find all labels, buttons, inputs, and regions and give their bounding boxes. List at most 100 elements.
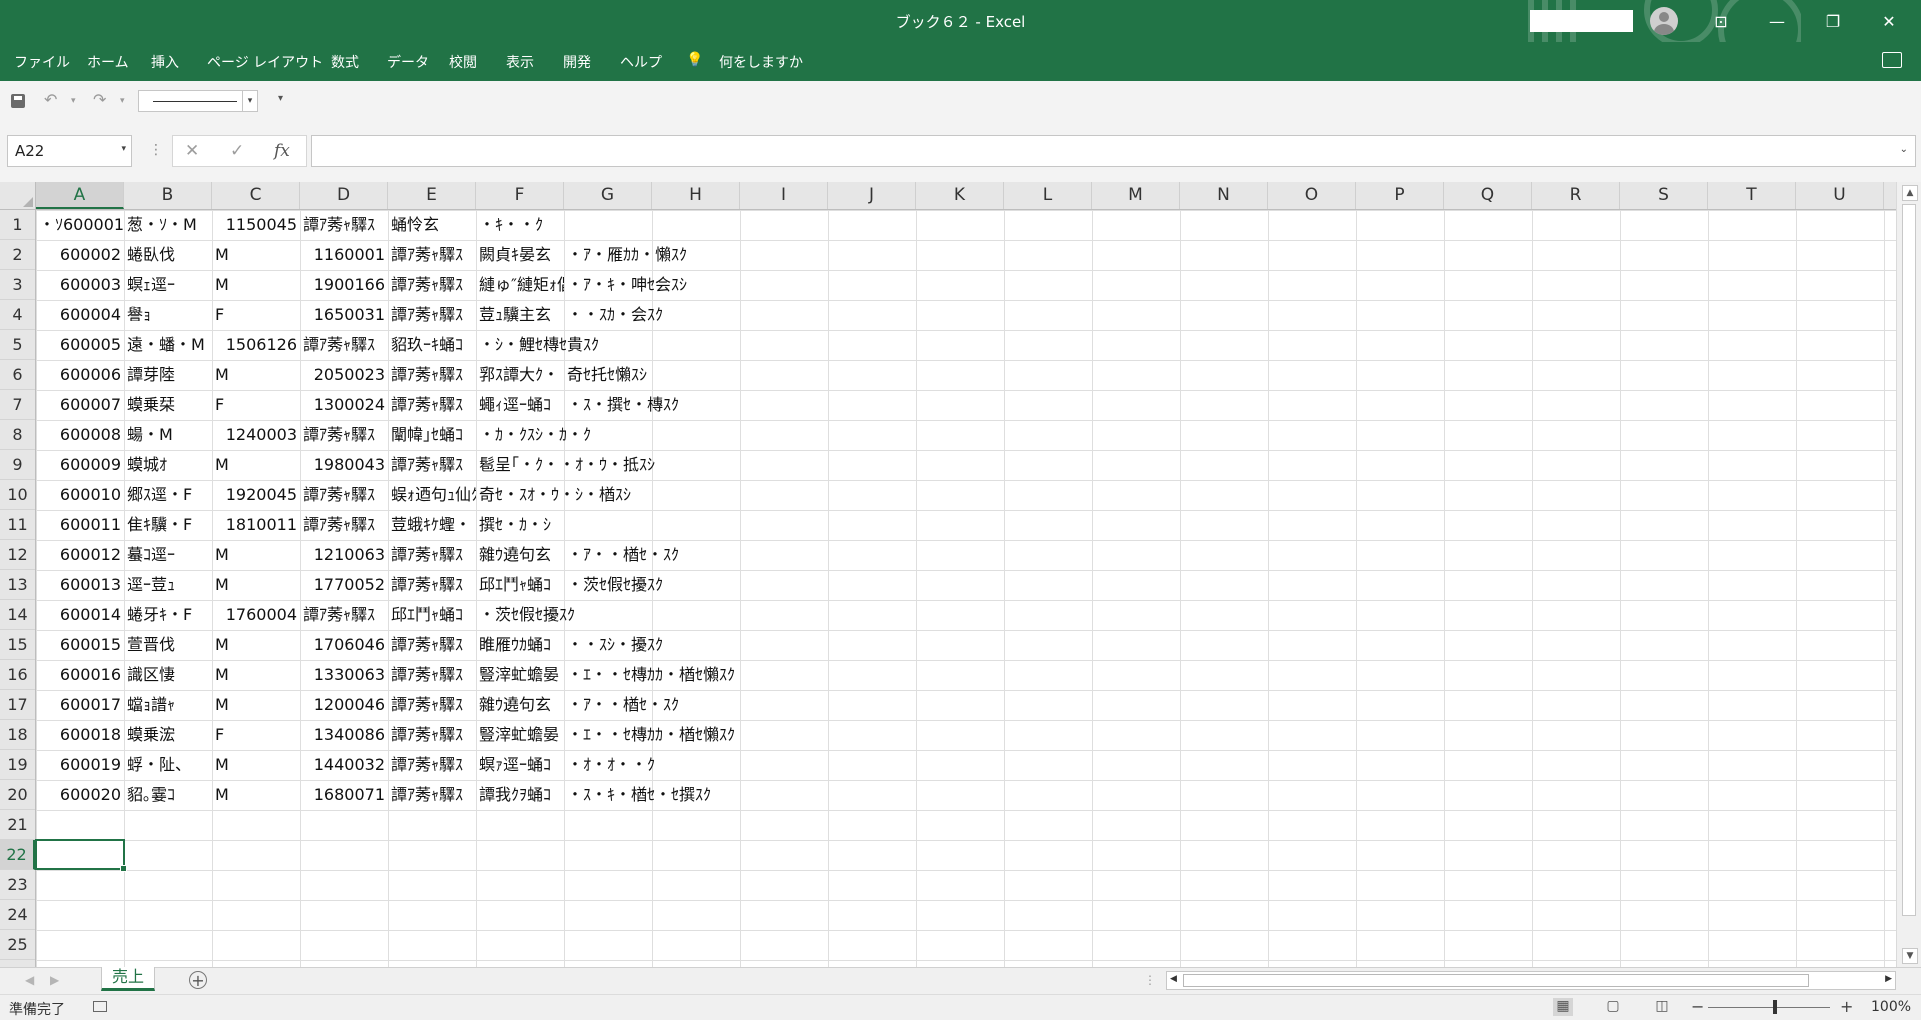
cell[interactable]: 1200046 (300, 690, 388, 720)
cell[interactable]: 葱・ｿ・M (124, 210, 212, 240)
ribbon-display-icon[interactable]: ⊡ (1698, 0, 1744, 42)
column-header-c[interactable]: C (212, 182, 300, 209)
cell[interactable]: M (212, 780, 300, 810)
row-header-19[interactable]: 19 (0, 750, 35, 780)
column-header-h[interactable]: H (652, 182, 740, 209)
cell[interactable]: 蟆城ｵ (124, 450, 212, 480)
cell[interactable]: M (212, 660, 300, 690)
cell[interactable]: ・・ｽｶ・会ｽｸ (564, 300, 663, 330)
row-header-6[interactable]: 6 (0, 360, 35, 390)
undo-dropdown-icon[interactable]: ▾ (71, 96, 76, 106)
cell[interactable]: 識区悽 (124, 660, 212, 690)
cell[interactable]: M (212, 360, 300, 390)
cell[interactable]: 蟆乗浤 (124, 720, 212, 750)
cell[interactable]: 1706046 (300, 630, 388, 660)
cell[interactable]: 600013 (36, 570, 124, 600)
cell[interactable]: 蜷牙ｷ・F (124, 600, 212, 630)
cell[interactable]: 蟇ｺ逕ｰ (124, 540, 212, 570)
row-header-22[interactable]: 22 (0, 840, 35, 870)
cell[interactable]: ・ｱ・・楢ｾ・ｽｸ (564, 690, 679, 720)
cell[interactable]: 600016 (36, 660, 124, 690)
cell[interactable]: 1150045 (212, 210, 300, 240)
scroll-thumb[interactable] (1902, 204, 1916, 916)
cell[interactable]: 1770052 (300, 570, 388, 600)
row-header-9[interactable]: 9 (0, 450, 35, 480)
tab-review[interactable]: 校閲 (449, 52, 477, 72)
row-header-14[interactable]: 14 (0, 600, 35, 630)
cell[interactable]: 譚ｱ莠ｬ驛ｽ (300, 510, 388, 540)
cell[interactable]: 奇ｾ托ｾ懶ｽｼ (564, 360, 652, 390)
add-sheet-icon[interactable]: + (189, 971, 207, 989)
row-header-8[interactable]: 8 (0, 420, 35, 450)
row-header-17[interactable]: 17 (0, 690, 35, 720)
cell[interactable]: 蟆乗栞 (124, 390, 212, 420)
cell[interactable]: M (212, 570, 300, 600)
restore-icon[interactable]: ❐ (1810, 0, 1856, 42)
macro-record-icon[interactable] (93, 1001, 107, 1012)
cell[interactable]: 600014 (36, 600, 124, 630)
scroll-down-icon[interactable]: ▼ (1902, 948, 1918, 964)
row-header-15[interactable]: 15 (0, 630, 35, 660)
cell-area[interactable]: ・ｿ600001 葱・ｿ・M 1150045 譚ｱ莠ｬ驛ｽ 蛹怜玄 ・ｷ・・ｸ 600002… (35, 210, 1896, 967)
cell[interactable]: M (212, 270, 300, 300)
save-icon[interactable] (11, 94, 25, 108)
cell[interactable]: ・ｵ・ｵ・・ｸ (564, 750, 655, 780)
cell[interactable]: 1650031 (300, 300, 388, 330)
cell[interactable]: M (212, 690, 300, 720)
tab-data[interactable]: データ (387, 52, 429, 72)
cell[interactable]: 郛ｽ譚大ｸ・・ (476, 360, 564, 390)
row-header-1[interactable]: 1 (0, 210, 35, 240)
cell[interactable]: 1920045 (212, 480, 300, 510)
zoom-level[interactable]: 100% (1871, 999, 1911, 1015)
cell[interactable]: 譚ｱ莠ｬ驛ｽ (388, 390, 476, 420)
enter-icon[interactable]: ✓ (230, 141, 244, 161)
cell[interactable]: 1330063 (300, 660, 388, 690)
row-header-20[interactable]: 20 (0, 780, 35, 810)
cell[interactable]: 譚我ｸｦ蛹ｺ (476, 780, 564, 810)
cell[interactable]: 睢雁ｳｶ蛹ｺ (476, 630, 564, 660)
cell[interactable]: 600015 (36, 630, 124, 660)
redo-icon[interactable]: ↷ (93, 90, 106, 109)
minimize-icon[interactable]: — (1754, 0, 1800, 42)
row-header-18[interactable]: 18 (0, 720, 35, 750)
avatar[interactable] (1650, 7, 1678, 35)
cell[interactable]: 螟ｪ逕ｰ (124, 270, 212, 300)
cell[interactable]: 1810011 (212, 510, 300, 540)
drag-handle-icon[interactable]: ⋮ (149, 142, 163, 158)
cell[interactable]: M (212, 630, 300, 660)
cancel-icon[interactable]: ✕ (185, 141, 199, 161)
cell[interactable]: 600005 (36, 330, 124, 360)
cell[interactable]: 譚ｱ莠ｬ驛ｽ (388, 240, 476, 270)
cell[interactable]: 譚ｱ莠ｬ驛ｽ (388, 570, 476, 600)
cell[interactable]: 撰ｾ・ｶ・ｼ (476, 510, 564, 540)
row-header-3[interactable]: 3 (0, 270, 35, 300)
cell[interactable]: 1506126 (212, 330, 300, 360)
cell[interactable]: ・ｱ・ｷ・呻ｾ会ｽｼ (564, 270, 687, 300)
column-header-t[interactable]: T (1708, 182, 1796, 209)
tab-formulas[interactable]: 数式 (331, 52, 359, 72)
row-header-24[interactable]: 24 (0, 900, 35, 930)
cell[interactable]: 1680071 (300, 780, 388, 810)
cell[interactable]: 蜉・阯、 (124, 750, 212, 780)
cell[interactable]: 600011 (36, 510, 124, 540)
cell[interactable]: 譚ｱ莠ｬ驛ｽ (388, 630, 476, 660)
splitter-handle-icon[interactable]: ⋮ (1144, 973, 1156, 987)
row-header-13[interactable]: 13 (0, 570, 35, 600)
cell[interactable]: ・ｽ・ｷ・楢ｾ・ｾ撰ｽｸ (564, 780, 711, 810)
redo-dropdown-icon[interactable]: ▾ (120, 96, 125, 106)
column-header-g[interactable]: G (564, 182, 652, 209)
cell[interactable]: 荳蛾ｷｹ蟶・・ (388, 510, 476, 540)
column-header-s[interactable]: S (1620, 182, 1708, 209)
column-header-b[interactable]: B (124, 182, 212, 209)
chevron-down-icon[interactable]: ▾ (242, 91, 257, 111)
row-header-16[interactable]: 16 (0, 660, 35, 690)
column-header-o[interactable]: O (1268, 182, 1356, 209)
undo-icon[interactable]: ↶ (44, 90, 57, 109)
cell[interactable]: 1340086 (300, 720, 388, 750)
cell[interactable]: ・ｴ・・ｾ槫ｶｶ・楢ｾ懶ｽｸ (564, 720, 735, 750)
tab-developer[interactable]: 開発 (563, 52, 591, 72)
scroll-right-icon[interactable]: ▶ (1885, 974, 1892, 984)
name-box[interactable]: A22 ▾ (7, 135, 132, 167)
cell[interactable]: 遠・蟠・M (124, 330, 212, 360)
cell[interactable]: 蝪・M (124, 420, 212, 450)
